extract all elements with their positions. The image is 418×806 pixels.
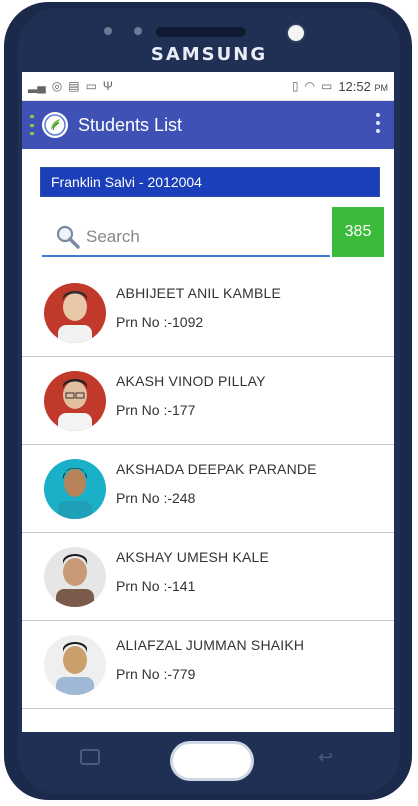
app-logo-icon [42, 112, 68, 138]
app-bar: Students List [22, 101, 394, 149]
student-prn: Prn No :-141 [116, 578, 196, 594]
usb-icon: Ψ [102, 79, 113, 93]
earpiece-speaker [156, 27, 246, 37]
student-prn: Prn No :-779 [116, 666, 196, 682]
home-button[interactable] [170, 741, 254, 781]
message-icon: ▭ [85, 79, 97, 93]
whatsapp-icon: ◎ [51, 79, 63, 93]
list-item[interactable]: AKASH VINOD PILLAY Prn No :-177 [22, 357, 394, 445]
wifi-icon: ◠ [304, 79, 315, 93]
status-time: 12:52 PM [338, 78, 388, 94]
drawer-icon[interactable] [30, 115, 34, 135]
search-row: 385 [22, 207, 394, 265]
battery-icon: ▭ [320, 79, 333, 93]
list-item[interactable]: ABHIJEET ANIL KAMBLE Prn No :-1092 [22, 269, 394, 357]
student-name: AKSHAY UMESH KALE [116, 549, 270, 565]
student-prn: Prn No :-1092 [116, 314, 204, 330]
student-avatar [44, 371, 106, 431]
student-name: AKASH VINOD PILLAY [116, 373, 266, 389]
phone-screen: ▂▄ ◎ ▤ ▭ Ψ ▯ ◠ ▭ 12:52 PM Students List … [22, 72, 394, 732]
status-bar: ▂▄ ◎ ▤ ▭ Ψ ▯ ◠ ▭ 12:52 PM [22, 72, 394, 101]
signal-icon: ▂▄ [28, 79, 46, 93]
search-input[interactable] [84, 226, 328, 248]
students-list: ABHIJEET ANIL KAMBLE Prn No :-1092 AKASH… [22, 269, 394, 709]
list-item[interactable]: AKSHAY UMESH KALE Prn No :-141 [22, 533, 394, 621]
sensor-dot [104, 27, 112, 35]
student-avatar [44, 283, 106, 343]
vibrate-icon: ▯ [291, 79, 299, 93]
sensor-dot [134, 27, 142, 35]
notification-icon: ▤ [68, 79, 80, 93]
list-item[interactable]: ALIAFZAL JUMMAN SHAIKH Prn No :-779 [22, 621, 394, 709]
student-name: AKSHADA DEEPAK PARANDE [116, 461, 317, 477]
student-avatar [44, 547, 106, 607]
overflow-menu-icon[interactable] [376, 113, 380, 133]
device-brand: SAMSUNG [150, 44, 268, 65]
teacher-label: Franklin Salvi - 2012004 [40, 167, 380, 197]
student-avatar [44, 635, 106, 695]
recent-apps-icon[interactable] [80, 749, 100, 765]
front-camera [286, 23, 306, 43]
student-name: ABHIJEET ANIL KAMBLE [116, 285, 282, 301]
student-count-badge: 385 [332, 207, 384, 257]
app-title: Students List [78, 114, 183, 135]
student-prn: Prn No :-177 [116, 402, 196, 418]
search-icon [54, 223, 82, 251]
student-name: ALIAFZAL JUMMAN SHAIKH [116, 637, 305, 653]
student-prn: Prn No :-248 [116, 490, 196, 506]
list-item[interactable]: AKSHADA DEEPAK PARANDE Prn No :-248 [22, 445, 394, 533]
hardware-nav-bar: ↩ [4, 735, 412, 795]
search-field[interactable] [42, 219, 330, 257]
student-avatar [44, 459, 106, 519]
back-icon[interactable]: ↩ [318, 748, 342, 766]
